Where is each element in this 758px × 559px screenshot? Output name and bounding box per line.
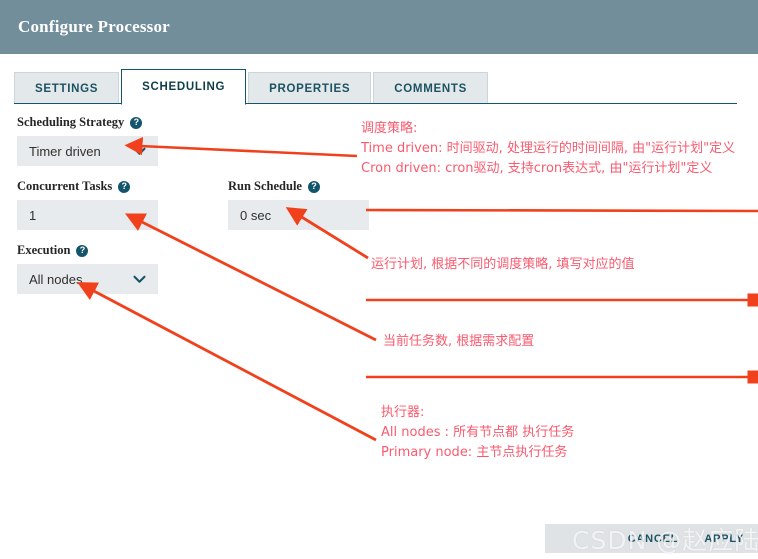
help-icon[interactable]: ? bbox=[118, 180, 131, 193]
scheduling-strategy-value: Timer driven bbox=[29, 143, 101, 159]
field-group-concurrent-tasks: Concurrent Tasks ? 1 bbox=[17, 179, 158, 230]
annotation-concurrent-tasks: 当前任务数, 根据需求配置 bbox=[383, 332, 534, 352]
execution-label: Execution ? bbox=[17, 243, 158, 258]
annotation-concurrent-line1: 当前任务数, 根据需求配置 bbox=[383, 334, 535, 349]
help-icon[interactable]: ? bbox=[130, 116, 143, 129]
run-schedule-input[interactable]: 0 sec bbox=[228, 200, 369, 230]
tab-scheduling-label: SCHEDULING bbox=[142, 81, 226, 93]
run-schedule-label: Run Schedule ? bbox=[228, 179, 369, 194]
concurrent-tasks-label-text: Concurrent Tasks bbox=[17, 179, 113, 193]
annotation-run-schedule: 运行计划, 根据不同的调度策略, 填写对应的值 bbox=[371, 255, 635, 275]
tab-scheduling[interactable]: SCHEDULING bbox=[121, 69, 247, 105]
field-group-execution: Execution ? All nodes bbox=[17, 243, 158, 294]
arrow-to-scheduling-strategy bbox=[124, 137, 358, 158]
execution-label-text: Execution bbox=[17, 243, 71, 257]
field-group-run-schedule: Run Schedule ? 0 sec bbox=[228, 179, 369, 230]
scheduling-strategy-label: Scheduling Strategy ? bbox=[17, 115, 158, 130]
arrow-to-execution bbox=[77, 282, 377, 442]
run-schedule-label-text: Run Schedule bbox=[228, 179, 302, 193]
configure-processor-dialog: Configure Processor SETTINGS SCHEDULING … bbox=[0, 0, 758, 559]
concurrent-tasks-input[interactable]: 1 bbox=[17, 200, 158, 230]
tab-comments-label: COMMENTS bbox=[394, 82, 467, 95]
annotation-rule-run-schedule bbox=[365, 208, 758, 213]
tab-settings[interactable]: SETTINGS bbox=[14, 72, 120, 104]
concurrent-tasks-value: 1 bbox=[29, 207, 37, 223]
chevron-down-icon bbox=[133, 272, 146, 286]
help-icon[interactable]: ? bbox=[76, 244, 89, 257]
page-title: Configure Processor bbox=[18, 17, 170, 36]
run-schedule-value: 0 sec bbox=[240, 207, 272, 223]
tab-comments[interactable]: COMMENTS bbox=[373, 72, 488, 104]
annotation-execution-line1: 执行器: bbox=[381, 405, 425, 420]
tabs-row: SETTINGS SCHEDULING PROPERTIES COMMENTS bbox=[14, 69, 490, 105]
annotation-execution-line3: Primary node: 主节点执行任务 bbox=[381, 445, 568, 460]
tab-bar: SETTINGS SCHEDULING PROPERTIES COMMENTS bbox=[0, 54, 758, 105]
arrow-to-concurrent-tasks bbox=[124, 213, 377, 342]
annotation-execution: 执行器: All nodes : 所有节点都 执行任务 Primary node… bbox=[381, 403, 574, 463]
execution-value: All nodes bbox=[29, 271, 83, 287]
annotation-scheduling-strategy: 调度策略: Time driven: 时间驱动, 处理运行的时间间隔, 由"运行… bbox=[361, 119, 735, 179]
help-icon[interactable]: ? bbox=[307, 180, 320, 193]
annotation-execution-line2: All nodes : 所有节点都 执行任务 bbox=[381, 425, 575, 440]
chevron-down-icon bbox=[133, 144, 146, 158]
tab-settings-label: SETTINGS bbox=[35, 82, 99, 95]
execution-select[interactable]: All nodes bbox=[17, 264, 158, 294]
tab-properties-label: PROPERTIES bbox=[269, 82, 351, 95]
annotation-strategy-line2: Time driven: 时间驱动, 处理运行的时间间隔, 由"运行计划"定义 bbox=[361, 141, 736, 156]
dialog-header: Configure Processor bbox=[0, 0, 758, 54]
annotation-run-schedule-line1: 运行计划, 根据不同的调度策略, 填写对应的值 bbox=[371, 257, 635, 272]
scheduling-strategy-label-text: Scheduling Strategy bbox=[17, 115, 125, 129]
concurrent-tasks-label: Concurrent Tasks ? bbox=[17, 179, 158, 194]
annotation-strategy-line3: Cron driven: cron驱动, 支持cron表达式, 由"运行计划"定… bbox=[361, 161, 713, 176]
watermark: CSDN @赵应陆 bbox=[572, 526, 758, 555]
annotation-strategy-line1: 调度策略: bbox=[361, 121, 418, 136]
scheduling-strategy-select[interactable]: Timer driven bbox=[17, 136, 158, 166]
tab-properties[interactable]: PROPERTIES bbox=[248, 72, 372, 104]
field-group-scheduling-strategy: Scheduling Strategy ? Timer driven bbox=[17, 115, 158, 166]
